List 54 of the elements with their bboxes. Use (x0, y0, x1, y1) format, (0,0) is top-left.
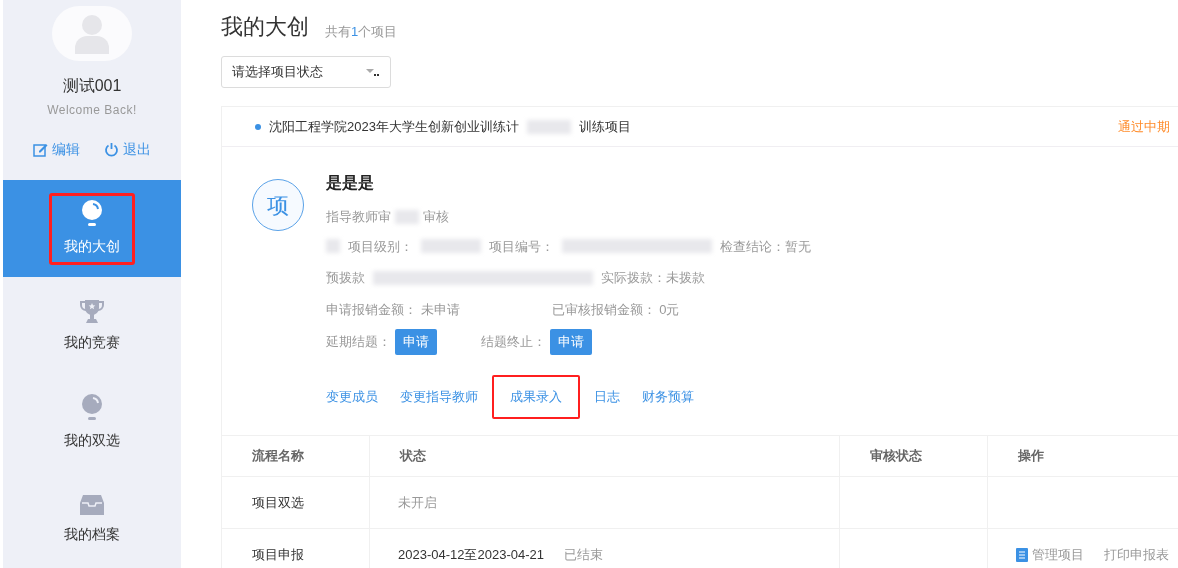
request-label: 结题终止： (481, 333, 546, 352)
project-avatar: 项 (252, 179, 304, 231)
status-dropdown[interactable]: 请选择项目状态 (221, 56, 391, 88)
review-status: 指导教师审 (326, 208, 391, 226)
table-cell: 项目申报 (222, 529, 370, 568)
trophy-icon (79, 298, 105, 324)
column-header: 审核状态 (840, 436, 988, 476)
info-label: 实际拨款：未拨款 (601, 269, 705, 287)
stage-status: 通过中期 (1118, 117, 1170, 136)
action-link[interactable]: 变更成员 (318, 375, 386, 419)
info-label: 项目级别： (348, 237, 413, 256)
info-label: 项目编号： (489, 237, 554, 256)
action-link[interactable]: 日志 (586, 375, 628, 419)
info-label: 检查结论：暂无 (720, 237, 811, 256)
manage-link[interactable]: 管理项目 (1016, 544, 1084, 565)
status-text: 未开启 (398, 493, 437, 512)
document-icon (1016, 547, 1028, 562)
welcome-text: Welcome Back! (47, 102, 137, 119)
sidebar-item[interactable]: 我的竞赛 (3, 277, 181, 374)
reimburse-amount: 已审核报销金额： 0元 (551, 300, 680, 319)
sidebar-item[interactable]: 我的档案 (3, 471, 181, 568)
lightbulb-icon (81, 394, 103, 422)
inbox-icon (80, 494, 104, 516)
program-name: 沈阳工程学院2023年大学生创新创业训练计 (269, 117, 519, 136)
column-header: 流程名称 (222, 436, 370, 476)
status-text: 已结束 (564, 545, 603, 564)
power-icon (104, 142, 119, 157)
action-link[interactable]: 财务预算 (634, 375, 702, 419)
sidebar-item[interactable]: 我的大创 (3, 180, 181, 277)
table-cell: 项目双选 (222, 477, 370, 528)
logout-link[interactable]: 退出 (104, 139, 151, 160)
action-link[interactable]: 成果录入 (492, 375, 580, 419)
project-name: 是是是 (326, 173, 375, 193)
user-name: 测试001 (62, 76, 122, 96)
sidebar-item[interactable]: 我的双选 (3, 374, 181, 471)
page-title: 我的大创 (221, 16, 309, 38)
table-cell-text: 2023-04-12至2023-04-21 (398, 545, 544, 564)
edit-link[interactable]: 编辑 (33, 139, 80, 160)
lightbulb-icon (81, 200, 103, 228)
dropdown-caret-icon (366, 68, 380, 76)
apply-button[interactable]: 申请 (550, 329, 592, 355)
action-link[interactable]: 变更指导教师 (392, 375, 486, 419)
edit-icon (33, 142, 48, 157)
reimburse-amount: 申请报销金额： 未申请 (326, 300, 460, 319)
print-link[interactable]: 打印申报表 (1104, 544, 1169, 565)
column-header: 状态 (370, 436, 840, 476)
info-label: 预拨款 (326, 269, 365, 287)
program-name: 训练项目 (578, 117, 631, 136)
apply-button[interactable]: 申请 (395, 329, 437, 355)
review-status: 审核 (423, 208, 449, 226)
bullet-icon (255, 123, 261, 130)
request-label: 延期结题： (326, 333, 391, 352)
column-header: 操作 (1017, 447, 1045, 466)
project-count: 共有1个项目 (325, 25, 398, 38)
